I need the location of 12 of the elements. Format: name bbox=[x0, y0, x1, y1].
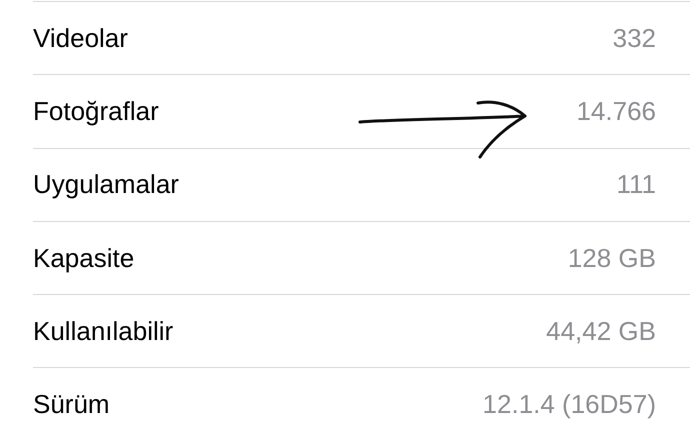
row-value: 111 bbox=[616, 168, 656, 202]
row-label: Kapasite bbox=[33, 242, 134, 275]
row-label: Uygulamalar bbox=[33, 168, 179, 202]
row-value: 128 GB bbox=[568, 242, 656, 275]
row-value: 332 bbox=[612, 22, 656, 55]
row-value: 12.1.4 (16D57) bbox=[482, 388, 656, 422]
row-label: Kullanılabilir bbox=[33, 314, 174, 348]
row-label: Sürüm bbox=[33, 388, 110, 422]
row-label: Fotoğraflar bbox=[33, 94, 159, 128]
row-value: 44,42 GB bbox=[546, 314, 656, 348]
row-value: 14.766 bbox=[576, 94, 656, 128]
row-label: Videolar bbox=[33, 22, 128, 55]
